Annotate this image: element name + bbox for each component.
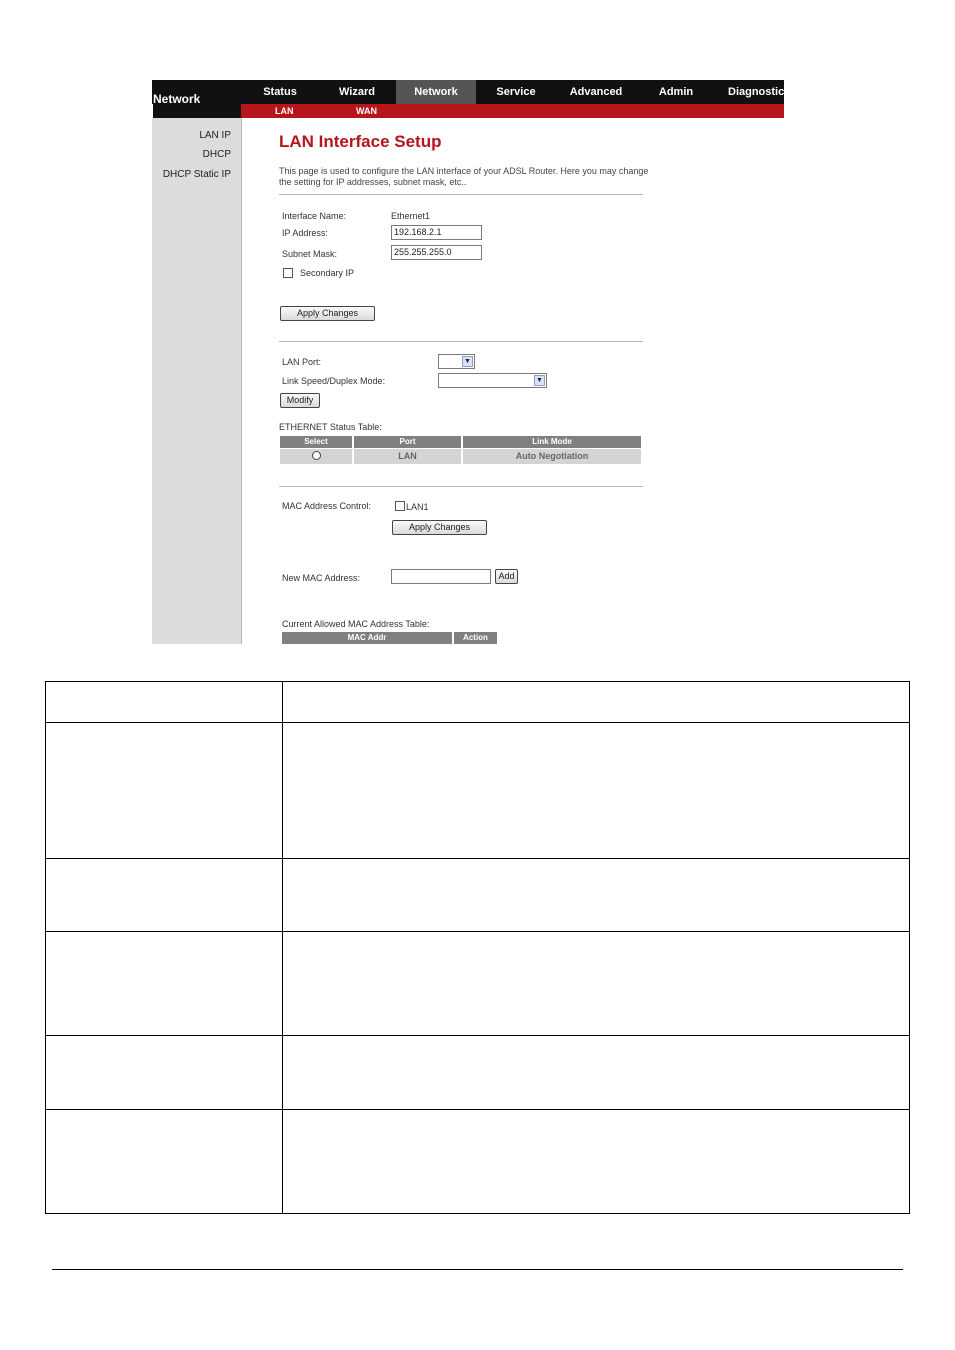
- allowed-table-header-mac: MAC Addr: [282, 632, 452, 644]
- new-mac-label: New MAC Address:: [282, 573, 361, 583]
- router-screenshot: Status Wizard Network Service Advanced A…: [152, 80, 784, 644]
- modify-button[interactable]: Modify: [280, 393, 320, 408]
- allowed-mac-table-title: Current Allowed MAC Address Table:: [282, 619, 430, 629]
- lan-port-label: LAN Port:: [282, 357, 322, 367]
- menu-advanced[interactable]: Advanced: [556, 80, 636, 104]
- sidebar: LAN IP DHCP DHCP Static IP: [152, 118, 242, 644]
- sidebar-item-lan-ip[interactable]: LAN IP: [199, 130, 231, 141]
- add-button[interactable]: Add: [495, 569, 518, 584]
- ip-address-label: IP Address:: [282, 228, 328, 238]
- subnet-mask-label: Subnet Mask:: [282, 249, 338, 259]
- description-table: [45, 681, 910, 1214]
- table-row-divider: [46, 1109, 909, 1110]
- interface-name-label: Interface Name:: [282, 211, 347, 221]
- menu-status[interactable]: Status: [242, 80, 318, 104]
- secondary-ip-checkbox[interactable]: [283, 268, 293, 278]
- sub-menu-bar: LAN WAN: [241, 104, 784, 118]
- eth-table-select-cell: [280, 449, 352, 464]
- allowed-table-header-action: Action: [454, 632, 497, 644]
- eth-table-port-cell: LAN: [354, 449, 461, 464]
- mac-control-label: MAC Address Control:: [282, 501, 372, 511]
- lan-port-select[interactable]: ▼: [438, 354, 475, 369]
- chevron-down-icon: ▼: [534, 375, 545, 386]
- submenu-wan[interactable]: WAN: [356, 104, 377, 118]
- secondary-ip-label: Secondary IP: [300, 268, 355, 278]
- table-row-divider: [46, 722, 909, 723]
- sidebar-item-dhcp[interactable]: DHCP: [203, 149, 231, 160]
- table-row-divider: [46, 1035, 909, 1036]
- top-menu-bar: Status Wizard Network Service Advanced A…: [152, 80, 784, 104]
- divider: [279, 486, 643, 487]
- menu-diagnostic[interactable]: Diagnostic: [716, 80, 784, 104]
- mac-lan1-checkbox[interactable]: [395, 501, 405, 511]
- divider: [279, 194, 643, 195]
- table-row-divider: [46, 931, 909, 932]
- footer-rule: [52, 1269, 903, 1270]
- menu-wizard[interactable]: Wizard: [318, 80, 396, 104]
- apply-changes-button-2[interactable]: Apply Changes: [392, 520, 487, 535]
- menu-admin[interactable]: Admin: [636, 80, 716, 104]
- menu-service[interactable]: Service: [476, 80, 556, 104]
- link-speed-label: Link Speed/Duplex Mode:: [282, 376, 386, 386]
- eth-table-header-link-mode: Link Mode: [463, 436, 641, 448]
- port-radio[interactable]: [311, 451, 321, 461]
- divider: [279, 341, 643, 342]
- submenu-lan[interactable]: LAN: [275, 104, 294, 118]
- table-row-divider: [46, 858, 909, 859]
- section-brand: Network: [153, 80, 241, 118]
- menu-network[interactable]: Network: [396, 80, 476, 104]
- chevron-down-icon: ▼: [462, 356, 473, 367]
- new-mac-input[interactable]: [391, 569, 491, 584]
- mac-lan1-label: LAN1: [406, 502, 429, 512]
- interface-name-value: Ethernet1: [391, 211, 431, 221]
- subnet-mask-input[interactable]: 255.255.255.0: [391, 245, 482, 260]
- main-content: LAN Interface Setup This page is used to…: [242, 118, 784, 644]
- eth-table-header-select: Select: [280, 436, 352, 448]
- table-column-divider: [282, 682, 283, 1213]
- ethernet-table-title: ETHERNET Status Table:: [279, 422, 382, 432]
- link-speed-select[interactable]: ▼: [438, 373, 547, 388]
- eth-table-link-mode-cell: Auto Negotiation: [463, 449, 641, 464]
- page-title: LAN Interface Setup: [279, 132, 442, 151]
- sidebar-item-dhcp-static-ip[interactable]: DHCP Static IP: [163, 169, 231, 180]
- page-description: This page is used to configure the LAN i…: [279, 166, 649, 187]
- eth-table-header-port: Port: [354, 436, 461, 448]
- ip-address-input[interactable]: 192.168.2.1: [391, 225, 482, 240]
- apply-changes-button[interactable]: Apply Changes: [280, 306, 375, 321]
